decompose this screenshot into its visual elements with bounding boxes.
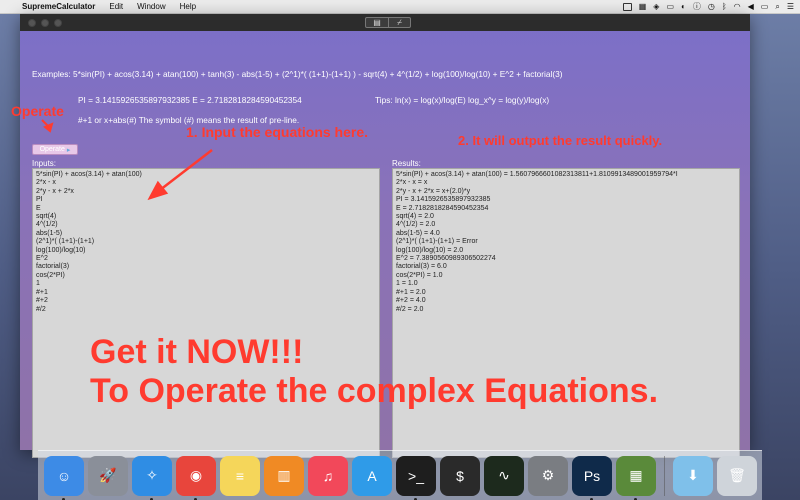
results-line: #/2 = 2.0: [396, 305, 424, 313]
promo-headline: Get it NOW!!!: [90, 333, 304, 371]
close-window-button[interactable]: [28, 18, 36, 27]
wifi-status-icon[interactable]: ◠: [734, 2, 741, 11]
supreme-calculator-icon[interactable]: ▦: [616, 455, 656, 500]
ibooks-icon[interactable]: ▥: [264, 455, 304, 496]
results-line: PI = 3.1415926535897932385: [396, 196, 491, 204]
results-line: #+1 = 2.0: [396, 288, 426, 296]
sync-status-icon[interactable]: ◐: [681, 2, 686, 11]
output-hint-annotation: 2. It will output the result quickly.: [458, 133, 663, 148]
inputs-line: 2*y - x + 2*x: [36, 187, 74, 195]
display-status-icon[interactable]: ▭: [666, 2, 674, 11]
inputs-line: #+1: [36, 288, 48, 296]
trash-icon[interactable]: 🗑: [717, 455, 757, 496]
dropbox-status-icon[interactable]: ◈: [653, 2, 659, 11]
operate-annotation: Operate: [11, 103, 64, 119]
results-line: factorial(3) = 6.0: [396, 263, 447, 271]
bluetooth-status-icon[interactable]: ᛒ: [722, 2, 727, 11]
itunes-icon[interactable]: ♫: [308, 455, 348, 496]
safari-icon[interactable]: ✧: [132, 455, 172, 500]
results-line: #+2 = 4.0: [396, 297, 426, 305]
finder-icon[interactable]: ☺: [44, 455, 84, 500]
notification-center-icon[interactable]: ☰: [787, 2, 794, 11]
inputs-line: 1: [36, 280, 40, 288]
play-icon: ▸: [66, 146, 71, 154]
input-hint-annotation: 1. Input the equations here.: [186, 124, 369, 140]
minimize-window-button[interactable]: [41, 18, 49, 27]
terminal-icon[interactable]: >_: [396, 455, 436, 500]
app-store-icon[interactable]: A: [352, 455, 392, 496]
menu-app-name[interactable]: SupremeCalculator: [22, 2, 95, 11]
launchpad-icon[interactable]: 🚀: [88, 455, 128, 496]
results-line: 2*x - x = x: [396, 179, 428, 187]
results-line: abs(1-5) = 4.0: [396, 229, 440, 237]
inputs-line: #+2: [36, 297, 48, 305]
inputs-line: abs(1-5): [36, 229, 63, 237]
results-textarea[interactable]: 5*sin(PI) + acos(3.14) + atan(100) = 1.5…: [392, 168, 740, 458]
results-line: (2^1)*( (1+1)-(1+1) = Error: [396, 238, 478, 246]
operate-button[interactable]: Operate ▸: [32, 144, 78, 155]
info-status-icon[interactable]: ⓘ: [693, 1, 701, 12]
inputs-line: 5*sin(PI) + acos(3.14) + atan(100): [36, 171, 142, 178]
inputs-line: E: [36, 204, 41, 212]
results-line: sqrt(4) = 2.0: [396, 213, 434, 221]
results-line: cos(2*PI) = 1.0: [396, 271, 443, 279]
menu-help[interactable]: Help: [180, 2, 196, 11]
results-line: 2*y - x + 2*x = x+(2.0)*y: [396, 187, 471, 195]
inputs-line: #/2: [36, 305, 46, 313]
grid-status-icon[interactable]: ▦: [639, 2, 647, 11]
inputs-textarea[interactable]: 5*sin(PI) + acos(3.14) + atan(100) 2*x - …: [32, 168, 380, 458]
inputs-line: 2*x - x: [36, 179, 56, 187]
photoshop-icon[interactable]: Ps: [572, 455, 612, 500]
tips-text: Tips: ln(x) = log(x)/log(E) log_x^y = lo…: [375, 95, 550, 105]
dock: ☺ 🚀 ✧ ◉ ≡ ▥ ♫ A >_ $ ∿ ⚙ Ps ▦ ⬇ 🗑: [38, 450, 762, 500]
menu-bar: SupremeCalculator Edit Window Help ▦ ◈ ▭…: [0, 0, 800, 14]
tool-icon[interactable]: ⌿: [388, 18, 410, 27]
inputs-label: Inputs:: [32, 159, 57, 168]
activity-monitor-icon[interactable]: ∿: [484, 455, 524, 496]
zoom-window-button[interactable]: [54, 18, 62, 27]
results-line: 5*sin(PI) + acos(3.14) + atan(100) = 1.5…: [396, 171, 678, 178]
volume-status-icon[interactable]: ◀: [748, 2, 754, 11]
inputs-line: sqrt(4): [36, 213, 57, 221]
examples-text: Examples: 5*sin(PI) + acos(3.14) + atan(…: [32, 69, 563, 79]
results-line: 4^(1/2) = 2.0: [396, 221, 436, 229]
toolbar-segmented-control: ▤ ⌿: [365, 17, 411, 28]
dock-separator: [664, 455, 665, 496]
results-line: log(100)/log(10) = 2.0: [396, 246, 464, 254]
battery-status-icon[interactable]: ▭: [761, 2, 769, 11]
results-line: E = 2.7182818284590452354: [396, 204, 489, 212]
promo-subline: To Operate the complex Equations.: [90, 372, 659, 410]
system-preferences-icon[interactable]: ⚙: [528, 455, 568, 496]
menubar-status-area: ▦ ◈ ▭ ◐ ⓘ ◷ ᛒ ◠ ◀ ▭ ⌕ ☰: [622, 1, 800, 12]
chrome-icon[interactable]: ◉: [176, 455, 216, 500]
inputs-line: 4^(1/2): [36, 221, 58, 229]
constants-text: PI = 3.1415926535897932385 E = 2.7182818…: [78, 95, 302, 105]
window-titlebar[interactable]: ▤ ⌿: [20, 14, 750, 31]
menu-window[interactable]: Window: [137, 2, 165, 11]
results-line: E^2 = 7.3890560989306502274: [396, 255, 496, 263]
calculator-status-icon[interactable]: [622, 2, 632, 11]
inputs-line: PI: [36, 196, 43, 204]
results-line: 1 = 1.0: [396, 280, 418, 288]
clock-status-icon[interactable]: ◷: [708, 2, 715, 11]
operate-button-label: Operate: [39, 146, 65, 153]
downloads-folder-icon[interactable]: ⬇: [673, 455, 713, 496]
inputs-line: log(100)/log(10): [36, 246, 86, 254]
calculator-icon[interactable]: ▤: [366, 18, 388, 27]
inputs-line: factorial(3): [36, 263, 70, 271]
inputs-line: (2^1)*( (1+1)-(1+1): [36, 238, 95, 246]
notes-icon[interactable]: ≡: [220, 455, 260, 496]
inputs-line: E^2: [36, 255, 48, 263]
menu-edit[interactable]: Edit: [109, 2, 123, 11]
search-icon[interactable]: ⌕: [775, 2, 779, 12]
results-label: Results:: [392, 159, 421, 168]
console-icon[interactable]: $: [440, 455, 480, 496]
inputs-line: cos(2*PI): [36, 271, 65, 279]
